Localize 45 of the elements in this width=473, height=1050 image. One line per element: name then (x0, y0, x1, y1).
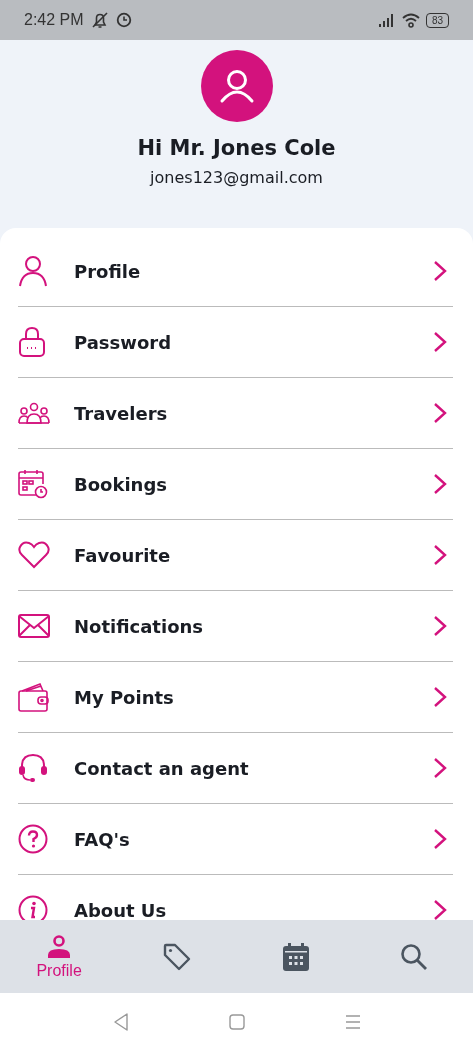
wifi-icon (401, 12, 420, 28)
menu-item[interactable]: Favourite (18, 520, 453, 591)
person-icon (46, 933, 73, 960)
chevron-right-icon (433, 473, 447, 495)
menu-item[interactable]: Bookings (18, 449, 453, 520)
question-icon (18, 824, 48, 854)
group-icon (18, 402, 50, 424)
wallet-icon (18, 682, 50, 712)
envelope-icon (18, 614, 50, 638)
info-icon (18, 895, 48, 920)
heart-icon (18, 541, 50, 569)
chevron-right-icon (433, 828, 447, 850)
menu-item[interactable]: Travelers (18, 378, 453, 449)
chevron-right-icon (433, 402, 447, 424)
tag-icon (162, 941, 193, 972)
menu-item[interactable]: FAQ's (18, 804, 453, 875)
chevron-right-icon (433, 544, 447, 566)
status-time: 2:42 PM (24, 11, 84, 29)
menu-item[interactable]: My Points (18, 662, 453, 733)
chevron-right-icon (433, 686, 447, 708)
chevron-right-icon (433, 615, 447, 637)
menu-icon[interactable] (344, 1014, 361, 1029)
battery-indicator: 83 (425, 12, 449, 28)
signal-icon (377, 13, 396, 27)
search-icon (399, 942, 428, 971)
clock-icon (115, 12, 132, 28)
home-icon[interactable] (228, 1013, 245, 1030)
lock-icon (18, 326, 46, 358)
menu-item[interactable]: Password (18, 307, 453, 378)
menu-item[interactable]: Profile (18, 236, 453, 307)
calendar-clock-icon (18, 469, 48, 499)
chevron-right-icon (433, 331, 447, 353)
back-icon[interactable] (112, 1012, 129, 1031)
person-icon (18, 255, 48, 287)
menu-item[interactable]: Contact an agent (18, 733, 453, 804)
avatar-icon (200, 50, 273, 122)
nav-tab[interactable]: Profile (0, 920, 119, 993)
chevron-right-icon (433, 260, 447, 282)
headset-icon (18, 753, 48, 783)
menu-item[interactable]: Notifications (18, 591, 453, 662)
user-email: jones123@gmail.com (150, 168, 323, 187)
calendar-icon (281, 941, 310, 972)
chevron-right-icon (433, 757, 447, 779)
greeting: Hi Mr. Jones Cole (137, 136, 336, 160)
chevron-right-icon (433, 899, 447, 920)
